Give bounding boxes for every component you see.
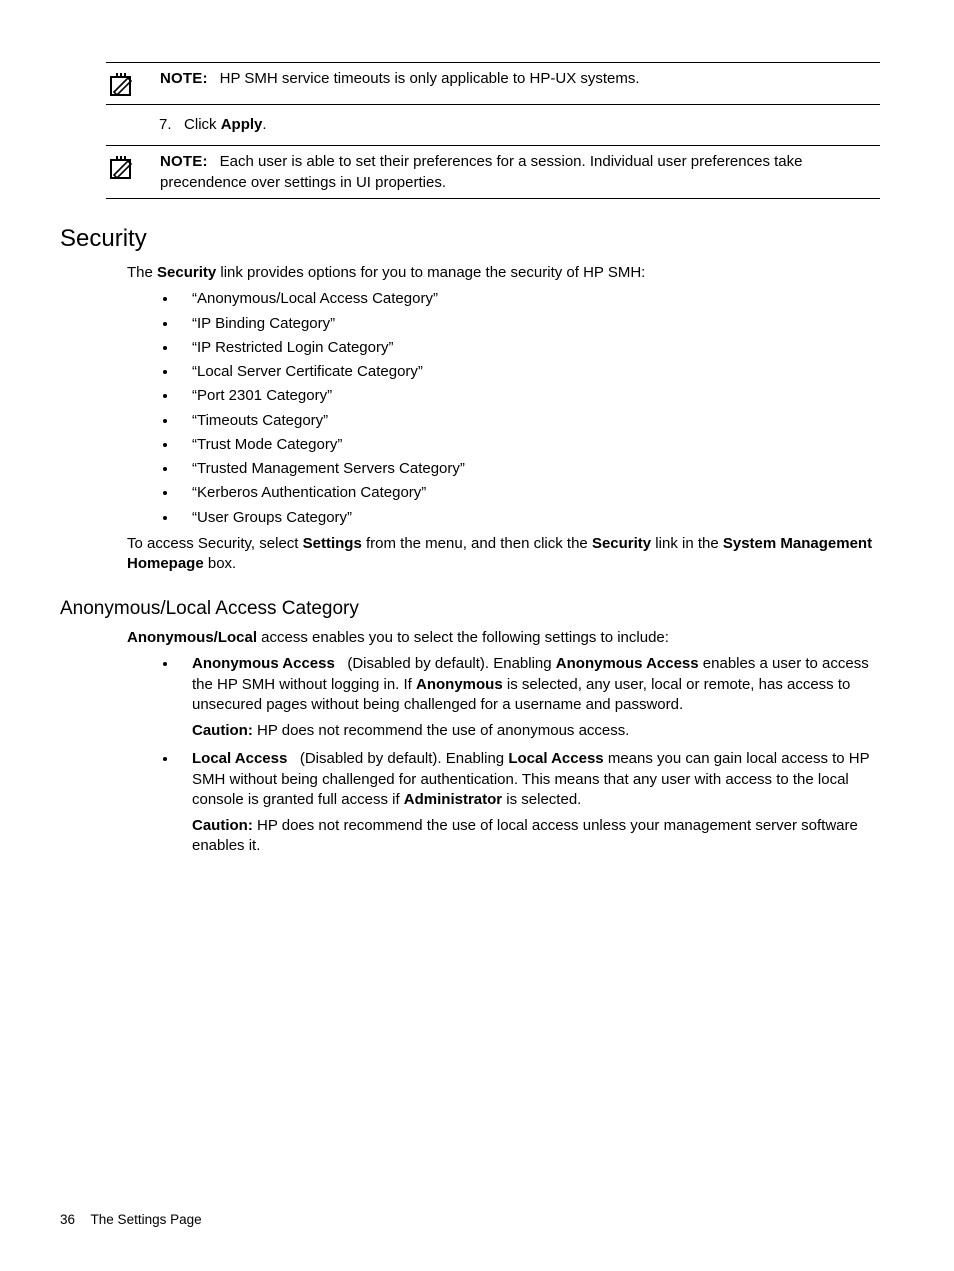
security-link[interactable]: “Anonymous/Local Access Category” — [178, 289, 880, 309]
caution-text: HP does not recommend the use of local a… — [192, 817, 858, 854]
anon-local-list: Anonymous Access (Disabled by default). … — [60, 654, 880, 856]
step-list: 7. Click Apply. — [60, 115, 880, 135]
term: Local Access — [192, 750, 287, 767]
security-link[interactable]: “Kerberos Authentication Category” — [178, 483, 880, 503]
def-local-access: Local Access (Disabled by default). Enab… — [178, 749, 880, 856]
security-link[interactable]: “IP Binding Category” — [178, 314, 880, 334]
heading-security: Security — [60, 223, 880, 255]
security-access-instr: To access Security, select Settings from… — [60, 534, 880, 575]
caution-text: HP does not recommend the use of anonymo… — [253, 722, 630, 739]
page-number: 36 — [60, 1211, 75, 1229]
security-link[interactable]: “User Groups Category” — [178, 508, 880, 528]
step-number: 7. — [159, 116, 172, 133]
caution-label: Caution: — [192, 722, 253, 739]
step-suffix: . — [262, 116, 266, 133]
security-links: “Anonymous/Local Access Category” “IP Bi… — [60, 289, 880, 528]
security-link[interactable]: “Timeouts Category” — [178, 411, 880, 431]
note-icon — [106, 69, 142, 99]
security-link[interactable]: “Trust Mode Category” — [178, 435, 880, 455]
step-bold: Apply — [221, 116, 263, 133]
note-body: Each user is able to set their preferenc… — [160, 153, 802, 190]
security-link[interactable]: “Port 2301 Category” — [178, 386, 880, 406]
security-link[interactable]: “IP Restricted Login Category” — [178, 338, 880, 358]
note-body: HP SMH service timeouts is only applicab… — [220, 70, 640, 87]
anon-local-intro: Anonymous/Local access enables you to se… — [60, 628, 880, 648]
page-footer: 36 The Settings Page — [60, 1211, 202, 1229]
footer-title: The Settings Page — [91, 1212, 202, 1227]
step-prefix: Click — [184, 116, 221, 133]
term: Anonymous Access — [192, 655, 335, 672]
note-icon — [106, 152, 142, 182]
note-text-2: NOTE:Each user is able to set their pref… — [142, 152, 880, 193]
caution-label: Caution: — [192, 817, 253, 834]
note-block-1: NOTE: HP SMH service timeouts is only app… — [106, 62, 880, 105]
note-block-2: NOTE:Each user is able to set their pref… — [106, 145, 880, 199]
note-text-1: NOTE: HP SMH service timeouts is only app… — [142, 69, 880, 89]
security-link[interactable]: “Local Server Certificate Category” — [178, 362, 880, 382]
heading-anon-local: Anonymous/Local Access Category — [60, 596, 880, 622]
note-label: NOTE: — [160, 70, 208, 87]
def-anonymous-access: Anonymous Access (Disabled by default). … — [178, 654, 880, 741]
security-intro: The Security link provides options for y… — [60, 263, 880, 283]
note-label: NOTE: — [160, 153, 208, 170]
step-7: 7. Click Apply. — [159, 115, 880, 135]
security-link[interactable]: “Trusted Management Servers Category” — [178, 459, 880, 479]
